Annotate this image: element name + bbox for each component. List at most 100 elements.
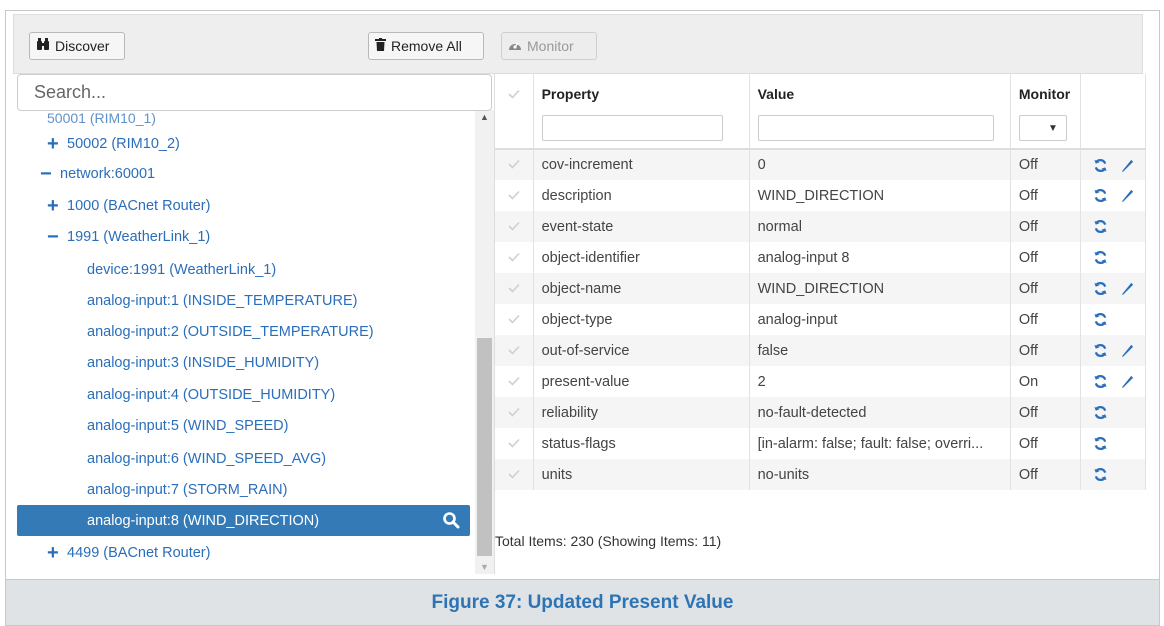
- refresh-icon[interactable]: [1093, 188, 1108, 203]
- pencil-icon[interactable]: [1120, 158, 1135, 173]
- pencil-icon[interactable]: [1120, 374, 1135, 389]
- actions-cell: [1080, 273, 1146, 304]
- monitor-cell[interactable]: Off: [1010, 180, 1082, 211]
- table-row[interactable]: object-name WIND_DIRECTION Off: [495, 273, 1146, 304]
- value-cell: WIND_DIRECTION: [749, 180, 1011, 211]
- monitor-cell[interactable]: Off: [1010, 459, 1082, 490]
- refresh-icon[interactable]: [1093, 405, 1108, 420]
- row-checkbox[interactable]: [495, 428, 534, 459]
- property-cell: object-name: [533, 273, 750, 304]
- row-checkbox[interactable]: [495, 149, 534, 180]
- refresh-icon[interactable]: [1093, 219, 1108, 234]
- tree-item-label: device:1991 (WeatherLink_1): [87, 262, 277, 278]
- tree-item-analog-input-5[interactable]: analog-input:5 (WIND_SPEED): [87, 414, 288, 438]
- property-header-label: Property: [541, 86, 600, 102]
- row-checkbox[interactable]: [495, 397, 534, 428]
- tree-item-1991[interactable]: − 1991 (WeatherLink_1): [47, 225, 210, 249]
- search-input[interactable]: [17, 74, 492, 111]
- refresh-icon[interactable]: [1093, 312, 1108, 327]
- property-cell: event-state: [533, 211, 750, 242]
- row-checkbox[interactable]: [495, 180, 534, 211]
- tree-item-label: analog-input:1 (INSIDE_TEMPERATURE): [87, 293, 358, 309]
- row-checkbox[interactable]: [495, 366, 534, 397]
- tree-item-analog-input-6[interactable]: analog-input:6 (WIND_SPEED_AVG): [87, 447, 326, 471]
- tree-item-1000[interactable]: + 1000 (BACnet Router): [47, 194, 210, 218]
- tree-item-4499[interactable]: + 4499 (BACnet Router): [47, 541, 210, 565]
- refresh-icon[interactable]: [1093, 158, 1108, 173]
- table-row[interactable]: units no-units Off: [495, 459, 1146, 490]
- tree-item-network-60001[interactable]: − network:60001: [40, 162, 155, 186]
- table-row[interactable]: present-value 2 On: [495, 366, 1146, 397]
- row-checkbox[interactable]: [495, 335, 534, 366]
- search-icon[interactable]: [442, 511, 460, 529]
- monitor-cell[interactable]: Off: [1010, 335, 1082, 366]
- tree-item-label: 1991 (WeatherLink_1): [67, 229, 211, 245]
- expand-icon[interactable]: +: [47, 134, 67, 154]
- actions-cell: [1080, 242, 1146, 273]
- monitor-cell[interactable]: Off: [1010, 273, 1082, 304]
- tree-item-analog-input-4[interactable]: analog-input:4 (OUTSIDE_HUMIDITY): [87, 383, 335, 407]
- table-row[interactable]: out-of-service false Off: [495, 335, 1146, 366]
- monitor-cell[interactable]: On: [1010, 366, 1082, 397]
- monitor-cell[interactable]: Off: [1010, 304, 1082, 335]
- tree-item-analog-input-8[interactable]: analog-input:8 (WIND_DIRECTION): [17, 505, 470, 536]
- property-cell: description: [533, 180, 750, 211]
- refresh-icon[interactable]: [1093, 281, 1108, 296]
- table-row[interactable]: event-state normal Off: [495, 211, 1146, 242]
- caret-down-icon: ▼: [1047, 122, 1058, 134]
- monitor-cell[interactable]: Off: [1010, 242, 1082, 273]
- property-cell: present-value: [533, 366, 750, 397]
- remove-all-button[interactable]: Remove All: [368, 32, 484, 60]
- tree-item-analog-input-1[interactable]: analog-input:1 (INSIDE_TEMPERATURE): [87, 289, 358, 313]
- actions-cell: [1080, 180, 1146, 211]
- check-icon: [508, 376, 520, 386]
- monitor-cell[interactable]: Off: [1010, 211, 1082, 242]
- collapse-icon[interactable]: −: [47, 227, 67, 247]
- discover-button[interactable]: Discover: [29, 32, 125, 60]
- select-all-checkbox[interactable]: [495, 74, 534, 150]
- monitor-cell[interactable]: Off: [1010, 397, 1082, 428]
- property-filter-input[interactable]: [541, 115, 723, 141]
- table-row[interactable]: description WIND_DIRECTION Off: [495, 180, 1146, 211]
- expand-icon[interactable]: +: [47, 196, 67, 216]
- refresh-icon[interactable]: [1093, 250, 1108, 265]
- refresh-icon[interactable]: [1093, 374, 1108, 389]
- collapse-icon[interactable]: −: [40, 164, 60, 184]
- tree-item-50002[interactable]: + 50002 (RIM10_2): [47, 132, 180, 156]
- table-row[interactable]: cov-increment 0 Off: [495, 149, 1146, 180]
- actions-cell: [1080, 366, 1146, 397]
- tree-item-analog-input-7[interactable]: analog-input:7 (STORM_RAIN): [87, 478, 287, 502]
- tree-item-label: analog-input:2 (OUTSIDE_TEMPERATURE): [87, 324, 374, 340]
- row-checkbox[interactable]: [495, 242, 534, 273]
- row-checkbox[interactable]: [495, 273, 534, 304]
- scroll-down-arrow-icon[interactable]: ▼: [475, 560, 494, 574]
- table-row[interactable]: reliability no-fault-detected Off: [495, 397, 1146, 428]
- row-checkbox[interactable]: [495, 459, 534, 490]
- table-row[interactable]: object-type analog-input Off: [495, 304, 1146, 335]
- monitor-filter-select[interactable]: ▼: [1018, 115, 1067, 141]
- refresh-icon[interactable]: [1093, 436, 1108, 451]
- actions-cell: [1080, 459, 1146, 490]
- row-checkbox[interactable]: [495, 304, 534, 335]
- expand-icon[interactable]: +: [47, 543, 67, 563]
- monitor-button[interactable]: Monitor: [501, 32, 597, 60]
- refresh-icon[interactable]: [1093, 343, 1108, 358]
- scroll-thumb[interactable]: [477, 338, 492, 556]
- pencil-icon[interactable]: [1120, 281, 1135, 296]
- refresh-icon[interactable]: [1093, 467, 1108, 482]
- tree-item-analog-input-3[interactable]: analog-input:3 (INSIDE_HUMIDITY): [87, 351, 319, 375]
- property-cell: object-identifier: [533, 242, 750, 273]
- tree-scrollbar[interactable]: ▲ ▼: [475, 110, 494, 574]
- monitor-cell[interactable]: Off: [1010, 149, 1082, 180]
- actions-cell: [1080, 335, 1146, 366]
- value-filter-input[interactable]: [757, 115, 994, 141]
- pencil-icon[interactable]: [1120, 188, 1135, 203]
- row-checkbox[interactable]: [495, 211, 534, 242]
- table-row[interactable]: status-flags [in-alarm: false; fault: fal…: [495, 428, 1146, 459]
- table-row[interactable]: object-identifier analog-input 8 Off: [495, 242, 1146, 273]
- pencil-icon[interactable]: [1120, 343, 1135, 358]
- tree-item-analog-input-2[interactable]: analog-input:2 (OUTSIDE_TEMPERATURE): [87, 320, 374, 344]
- tree-item-device-1991[interactable]: device:1991 (WeatherLink_1): [87, 258, 276, 282]
- monitor-cell[interactable]: Off: [1010, 428, 1082, 459]
- property-cell: object-type: [533, 304, 750, 335]
